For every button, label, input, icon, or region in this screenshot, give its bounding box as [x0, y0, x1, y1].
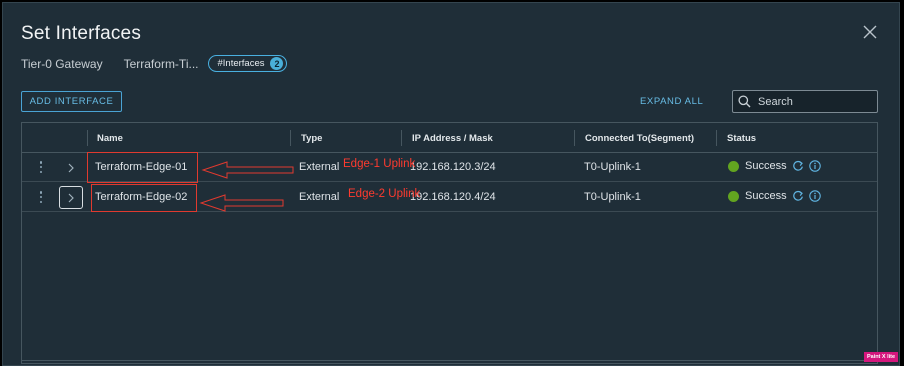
- watermark-badge: Paint X lite: [864, 352, 898, 362]
- interface-ip: 192.168.120.3/24: [410, 161, 496, 173]
- annotation-arrow: [201, 161, 294, 179]
- column-header-ip[interactable]: IP Address / Mask: [412, 133, 493, 144]
- column-separator: [290, 130, 291, 146]
- column-header-segment[interactable]: Connected To(Segment): [585, 133, 694, 144]
- interfaces-count-badge: 2: [270, 57, 284, 70]
- search-input[interactable]: [758, 95, 868, 108]
- search-icon: [738, 95, 751, 108]
- dialog-title: Set Interfaces: [21, 23, 142, 44]
- annotation-label: Edge-2 Uplink: [348, 188, 421, 200]
- status-dot-icon: [728, 190, 739, 202]
- status-dot-icon: [728, 160, 739, 172]
- chevron-right-icon[interactable]: [59, 156, 83, 179]
- interface-status: Success: [728, 160, 821, 172]
- info-icon[interactable]: [808, 190, 821, 202]
- annotation-box: [91, 184, 197, 212]
- grid-footer-divider: [22, 360, 877, 361]
- annotation-label: Edge-1 Uplink: [343, 158, 416, 170]
- kebab-menu-icon[interactable]: [36, 160, 46, 174]
- column-separator: [87, 130, 88, 146]
- annotation-box: [87, 152, 198, 183]
- status-text: Success: [745, 160, 787, 172]
- gateway-info: Tier-0 Gateway Terraform-Ti... #Interfac…: [21, 55, 288, 72]
- close-icon[interactable]: [863, 25, 877, 39]
- column-header-name[interactable]: Name: [97, 133, 123, 144]
- interface-type: External: [299, 161, 340, 173]
- interface-status: Success: [728, 190, 821, 202]
- annotation-arrow: [199, 194, 284, 212]
- search-field[interactable]: [732, 90, 878, 113]
- interface-ip: 192.168.120.4/24: [410, 191, 496, 203]
- grid-header: Name Type IP Address / Mask Connected To…: [22, 123, 877, 153]
- column-separator: [574, 130, 575, 146]
- gateway-name: Terraform-Ti...: [123, 56, 199, 71]
- chevron-right-icon[interactable]: [59, 186, 83, 209]
- info-icon[interactable]: [808, 160, 821, 172]
- interface-segment: T0-Uplink-1: [584, 191, 641, 203]
- column-separator: [401, 130, 402, 146]
- kebab-menu-icon[interactable]: [36, 190, 46, 204]
- refresh-icon[interactable]: [792, 160, 804, 172]
- add-interface-button[interactable]: ADD INTERFACE: [21, 91, 122, 112]
- set-interfaces-dialog: Set Interfaces Tier-0 Gateway Terraform-…: [2, 2, 900, 366]
- gateway-type-label: Tier-0 Gateway: [21, 56, 103, 71]
- interface-type: External: [299, 191, 340, 203]
- refresh-icon[interactable]: [792, 190, 804, 202]
- interfaces-pill-label: #Interfaces: [217, 58, 265, 69]
- status-text: Success: [745, 190, 787, 202]
- expand-all-link[interactable]: EXPAND ALL: [640, 96, 703, 107]
- column-header-type[interactable]: Type: [301, 133, 322, 144]
- column-separator: [716, 130, 717, 146]
- column-header-status[interactable]: Status: [727, 133, 756, 144]
- interface-segment: T0-Uplink-1: [584, 161, 641, 173]
- interfaces-count-pill[interactable]: #Interfaces 2: [208, 55, 288, 72]
